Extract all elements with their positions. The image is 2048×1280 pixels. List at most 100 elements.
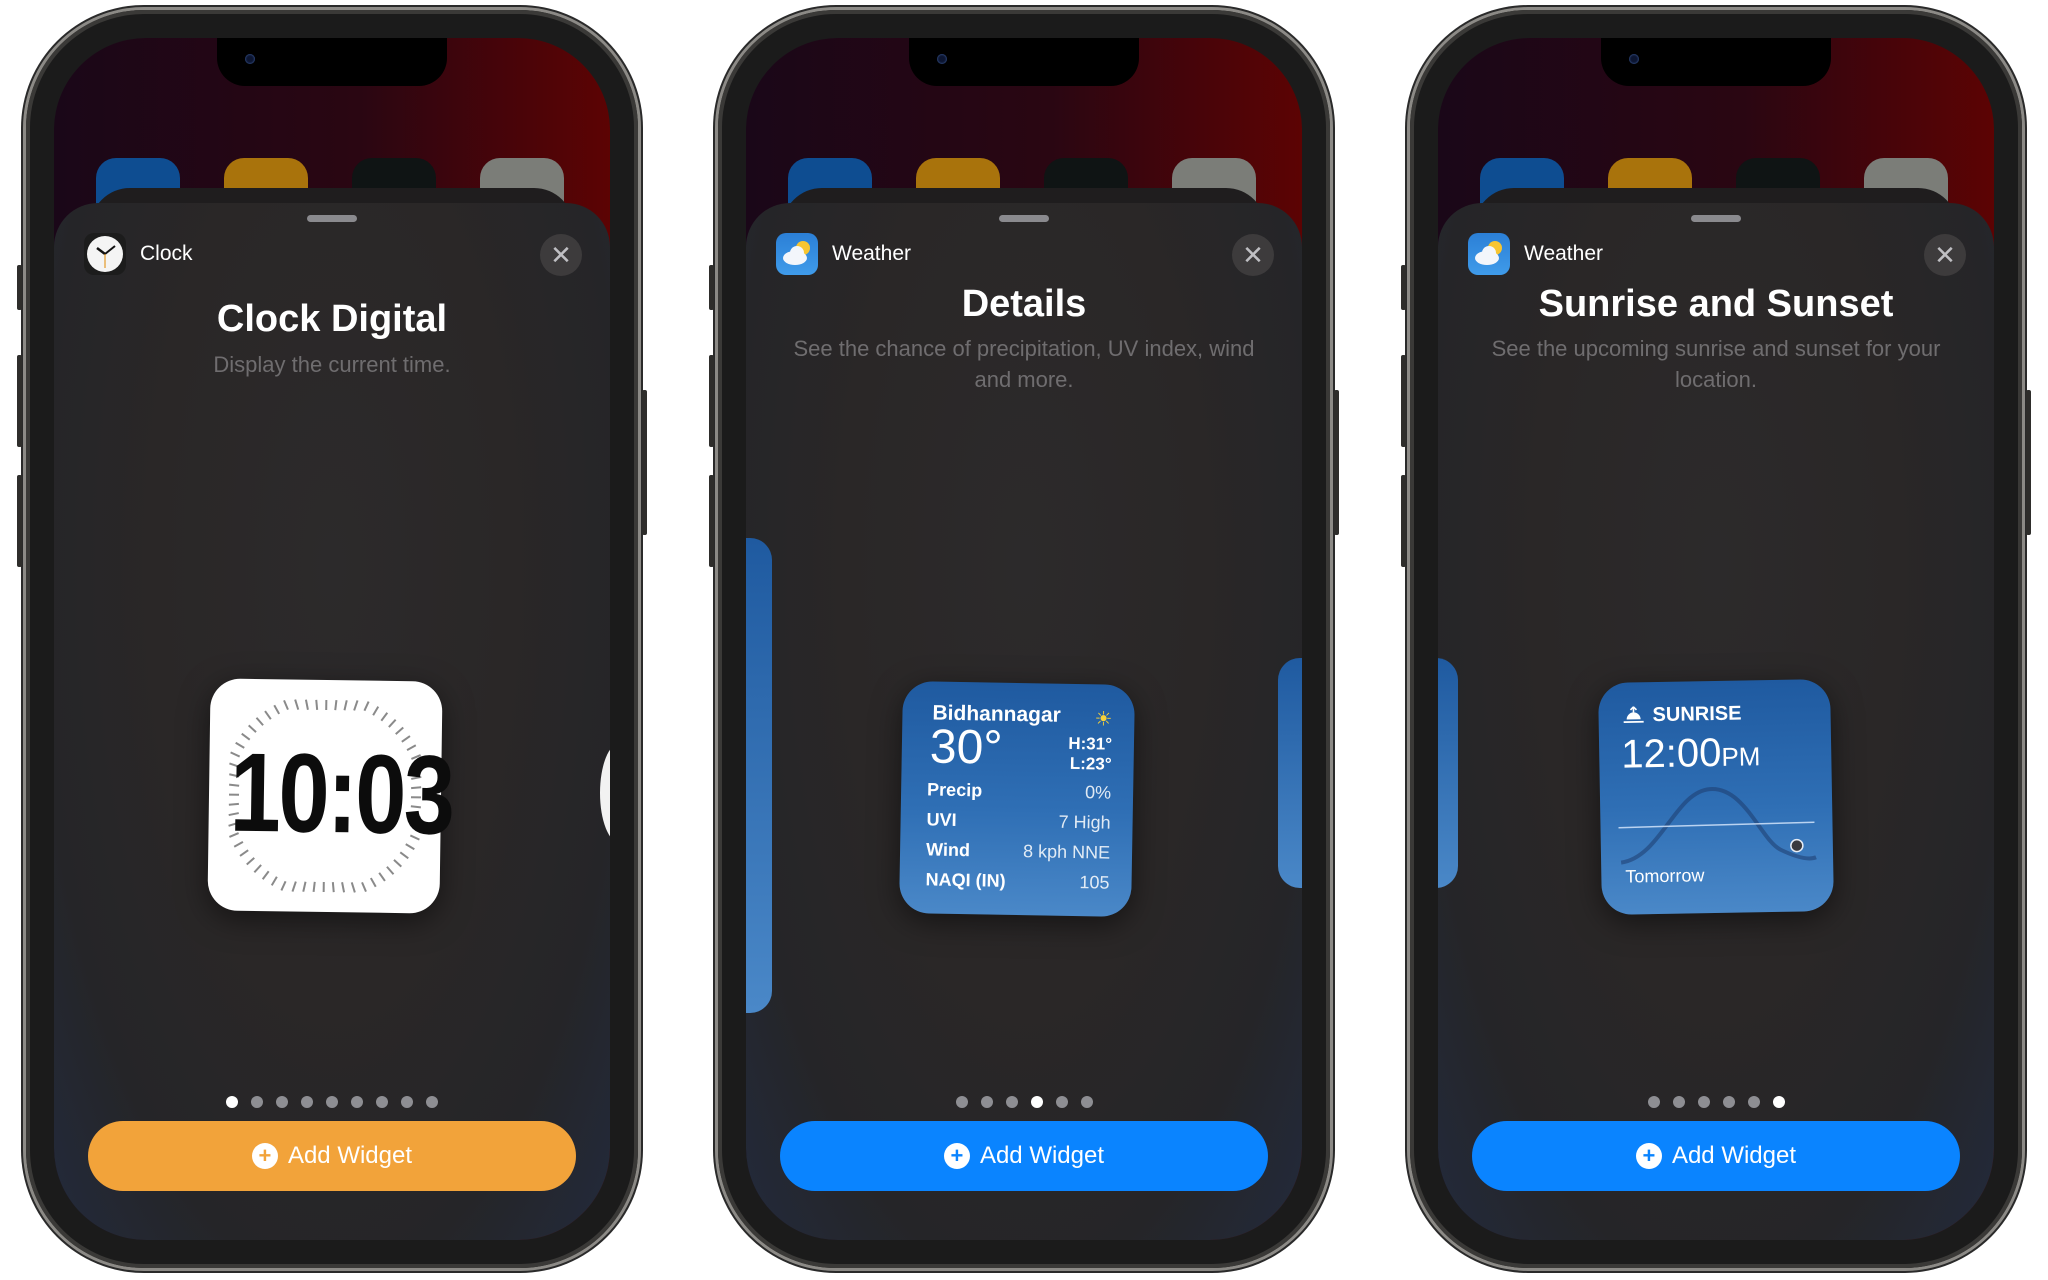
detail-label: UVI [926,809,957,830]
detail-row: Wind 8 kph NNE [926,839,1110,872]
page-dot[interactable] [1030,1096,1043,1108]
clock-tick [386,866,395,875]
notch [217,38,447,86]
detail-row: NAQI (IN) 105 [925,869,1109,902]
page-dot[interactable] [1647,1096,1660,1108]
detail-row: Precip 0% [927,779,1111,812]
page-dot[interactable] [351,1096,363,1108]
sheet-grabber[interactable] [999,215,1049,222]
widget-title: Clock Digital [216,298,448,340]
side-button-mute [709,265,714,310]
app-header: Weather [1468,233,1603,275]
clock-tick [378,872,386,882]
page-dot[interactable] [301,1096,313,1108]
clock-tick [261,870,270,880]
page-dot[interactable] [1055,1096,1068,1108]
detail-rows: Precip 0% UVI 7 High Wind 8 kph NNE NAQI (I… [925,779,1111,902]
page-dot[interactable] [426,1096,438,1108]
clock-tick [253,864,262,873]
sunrise-sunset-widget-preview[interactable]: SUNRISE 12:00PM Tomorrow [1597,678,1835,916]
page-dot[interactable] [251,1096,263,1108]
page-dot[interactable] [1772,1096,1785,1108]
weather-app-icon [1468,233,1510,275]
event-time: 12:00PM [1621,730,1761,777]
plus-glyph: + [950,1143,964,1168]
clock-tick [353,700,359,711]
page-dot[interactable] [276,1096,288,1108]
page-dot[interactable] [401,1096,413,1108]
close-icon: ✕ [1934,240,1956,270]
phone-sunrise-sunset: Weather ✕ Sunrise and Sunset See the upc… [1401,10,2031,1268]
page-dot[interactable] [1747,1096,1760,1108]
page-dot[interactable] [1722,1096,1735,1108]
page-dot[interactable] [376,1096,388,1108]
page-dot[interactable] [1080,1096,1093,1108]
plus-glyph: + [258,1143,272,1168]
clock-tick [273,704,281,715]
page-dot[interactable] [955,1096,968,1108]
clock-tick [264,710,272,720]
screen: Weather ✕ Details See the chance of prec… [746,38,1302,1240]
clock-tick [380,712,389,722]
side-button-mute [17,265,22,310]
sun-position-marker [1790,838,1804,853]
low-temperature: L:23° [1069,753,1112,774]
page-indicator[interactable] [746,1096,1302,1108]
clock-tick [291,881,297,892]
app-header: Weather [776,233,911,275]
detail-label: NAQI (IN) [925,869,1006,891]
close-icon: ✕ [550,240,572,270]
add-widget-label: Add Widget [979,1142,1105,1169]
sheet-grabber[interactable] [1691,215,1741,222]
camera-icon [937,54,947,64]
weather-details-widget-preview[interactable]: Bidhannagar ☀ 30° H:31° L:23° Precip 0% U… [898,680,1136,918]
page-dot[interactable] [326,1096,338,1108]
next-widget-peek [1278,658,1302,888]
clock-tick [388,719,397,728]
widget-description: Display the current time. [213,352,451,377]
clock-tick [393,859,402,868]
page-indicator[interactable] [54,1096,610,1108]
widget-description: See the chance of precipitation, UV inde… [793,336,1255,392]
event-label: SUNRISE [1652,702,1742,727]
next-widget-peek [600,743,610,843]
page-indicator[interactable] [1438,1096,1994,1108]
sheet-grabber[interactable] [307,215,357,222]
widget-title: Sunrise and Sunset [1538,283,1894,325]
app-name: Weather [832,242,911,265]
close-button[interactable]: ✕ [540,234,582,276]
add-widget-button[interactable]: + Add Widget [1472,1121,1960,1191]
page-dot[interactable] [1672,1096,1685,1108]
clock-tick [331,882,335,893]
close-button[interactable]: ✕ [1924,234,1966,276]
close-button[interactable]: ✕ [1232,234,1274,276]
page-dot[interactable] [1697,1096,1710,1108]
previous-widget-peek [1438,658,1458,888]
clock-tick [350,882,356,893]
add-widget-button[interactable]: + Add Widget [88,1121,576,1191]
page-dot[interactable] [226,1096,238,1108]
page-dot[interactable] [980,1096,993,1108]
detail-label: Wind [925,839,971,861]
side-button-volume-up [1401,355,1406,447]
clock-tick [304,699,309,710]
clock-tick [302,881,307,892]
event-time-value: 12:00 [1620,730,1722,777]
add-widget-button[interactable]: + Add Widget [780,1121,1268,1191]
clock-tick [294,699,300,710]
phone-weather-details: Weather ✕ Details See the chance of prec… [709,10,1339,1268]
notch [909,38,1139,86]
detail-value: 8 kph NNE [1022,841,1111,863]
side-button-volume-down [1401,475,1406,567]
side-button-volume-up [709,355,714,447]
clock-tick [270,876,278,886]
clock-digital-widget-preview[interactable]: 10:03 [207,678,453,914]
clock-tick [246,857,255,866]
side-button-volume-down [17,475,22,567]
clock-tick [343,700,348,711]
notch [1601,38,1831,86]
side-button-volume-up [17,355,22,447]
page-dot[interactable] [1005,1096,1018,1108]
current-temperature: 30° [929,720,1003,775]
screen: Clock ✕ Clock Digital Display the curren… [54,38,610,1240]
